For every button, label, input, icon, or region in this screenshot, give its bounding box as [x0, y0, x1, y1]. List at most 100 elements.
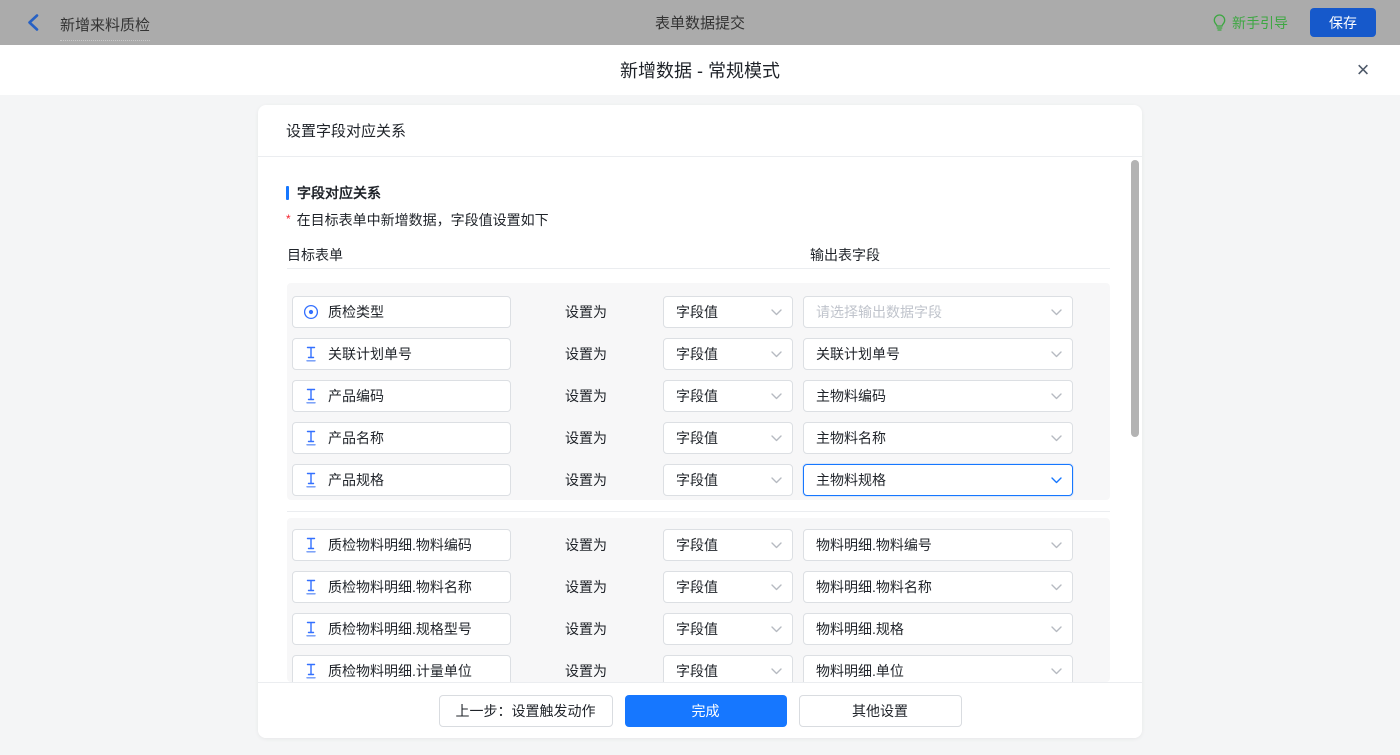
prev-step-button[interactable]: 上一步：设置触发动作 — [439, 695, 613, 727]
section-title: 字段对应关系 — [286, 183, 381, 203]
text-field-icon — [303, 471, 319, 489]
chevron-down-icon — [1051, 477, 1062, 484]
output-field-select[interactable]: 物料明细.物料编号 — [803, 529, 1073, 561]
output-field-select-value: 主物料名称 — [816, 428, 886, 448]
mapping-group-main: 质检类型设置为字段值请选择输出数据字段关联计划单号设置为字段值关联计划单号产品编… — [287, 283, 1110, 500]
set-as-label: 设置为 — [565, 661, 607, 681]
target-field-box[interactable]: 质检物料明细.物料名称 — [292, 571, 511, 603]
section-note: *在目标表单中新增数据，字段值设置如下 — [286, 210, 549, 230]
value-mode-select[interactable]: 字段值 — [663, 338, 793, 370]
set-as-label: 设置为 — [565, 344, 607, 364]
chevron-down-icon — [1051, 351, 1062, 358]
mapping-row: 质检类型 设置为 字段值 请选择输出数据字段 — [292, 296, 1110, 328]
output-field-select[interactable]: 主物料名称 — [803, 422, 1073, 454]
radio-icon — [303, 304, 319, 320]
value-mode-select[interactable]: 字段值 — [663, 613, 793, 645]
chevron-down-icon — [771, 542, 782, 549]
value-mode-select[interactable]: 字段值 — [663, 655, 793, 682]
output-field-select-value: 关联计划单号 — [816, 344, 900, 364]
target-field-box[interactable]: 关联计划单号 — [292, 338, 511, 370]
value-mode-select-value: 字段值 — [676, 661, 718, 681]
text-field-icon — [303, 620, 319, 638]
output-field-select[interactable]: 物料明细.单位 — [803, 655, 1073, 682]
text-field-icon — [303, 345, 319, 363]
target-field-box[interactable]: 质检类型 — [292, 296, 511, 328]
other-settings-button[interactable]: 其他设置 — [799, 695, 962, 727]
output-field-select[interactable]: 物料明细.物料名称 — [803, 571, 1073, 603]
mapping-row: 质检物料明细.物料名称 设置为 字段值 物料明细.物料名称 — [292, 571, 1110, 603]
text-field-icon — [303, 578, 319, 596]
target-field-label: 质检物料明细.计量单位 — [328, 661, 472, 681]
output-field-select-value: 物料明细.规格 — [816, 619, 904, 639]
beginner-guide-label: 新手引导 — [1232, 13, 1288, 33]
value-mode-select[interactable]: 字段值 — [663, 380, 793, 412]
target-field-box[interactable]: 产品编码 — [292, 380, 511, 412]
target-field-label: 关联计划单号 — [328, 344, 412, 364]
target-field-box[interactable]: 产品名称 — [292, 422, 511, 454]
mapping-row: 产品编码 设置为 字段值 主物料编码 — [292, 380, 1110, 412]
value-mode-select[interactable]: 字段值 — [663, 571, 793, 603]
chevron-down-icon — [1051, 435, 1062, 442]
card-header-title: 设置字段对应关系 — [258, 105, 1142, 157]
value-mode-select-value: 字段值 — [676, 535, 718, 555]
mapping-row: 质检物料明细.物料编码 设置为 字段值 物料明细.物料编号 — [292, 529, 1110, 561]
page-title: 表单数据提交 — [0, 12, 1400, 33]
column-headers: 目标表单 输出表字段 — [287, 245, 1110, 265]
set-as-label: 设置为 — [565, 386, 607, 406]
card-footer: 上一步：设置触发动作 完成 其他设置 — [258, 682, 1142, 738]
text-field-icon — [303, 536, 319, 554]
chevron-down-icon — [1051, 393, 1062, 400]
chevron-down-icon — [1051, 584, 1062, 591]
output-field-select[interactable]: 主物料编码 — [803, 380, 1073, 412]
text-field-icon — [303, 387, 319, 405]
mapping-row: 关联计划单号 设置为 字段值 关联计划单号 — [292, 338, 1110, 370]
output-field-select[interactable]: 物料明细.规格 — [803, 613, 1073, 645]
value-mode-select[interactable]: 字段值 — [663, 464, 793, 496]
chevron-down-icon — [771, 393, 782, 400]
value-mode-select[interactable]: 字段值 — [663, 296, 793, 328]
target-field-box[interactable]: 质检物料明细.规格型号 — [292, 613, 511, 645]
vertical-scrollbar[interactable] — [1131, 160, 1139, 437]
output-field-select[interactable]: 关联计划单号 — [803, 338, 1073, 370]
modal-header: 新增数据 - 常规模式 × — [0, 45, 1400, 95]
value-mode-select-value: 字段值 — [676, 470, 718, 490]
output-field-select-value: 主物料编码 — [816, 386, 886, 406]
save-button[interactable]: 保存 — [1310, 8, 1376, 37]
done-button[interactable]: 完成 — [625, 695, 787, 727]
value-mode-select-value: 字段值 — [676, 619, 718, 639]
required-mark: * — [286, 212, 291, 226]
column-divider — [287, 268, 1110, 269]
mapping-row: 质检物料明细.规格型号设置为字段值物料明细.规格 — [292, 613, 1110, 645]
output-field-select-value: 物料明细.物料编号 — [816, 535, 932, 555]
target-field-label: 产品规格 — [328, 470, 384, 490]
value-mode-select-value: 字段值 — [676, 577, 718, 597]
target-field-box[interactable]: 质检物料明细.计量单位 — [292, 655, 511, 682]
output-field-select[interactable]: 主物料规格 — [803, 464, 1073, 496]
modal-title: 新增数据 - 常规模式 — [620, 57, 780, 83]
set-as-label: 设置为 — [565, 302, 607, 322]
chevron-down-icon — [1051, 668, 1062, 675]
chevron-down-icon — [771, 351, 782, 358]
target-field-box[interactable]: 质检物料明细.物料编码 — [292, 529, 511, 561]
close-icon[interactable]: × — [1350, 57, 1376, 83]
target-field-box[interactable]: 产品规格 — [292, 464, 511, 496]
set-as-label: 设置为 — [565, 535, 607, 555]
target-field-label: 产品编码 — [328, 386, 384, 406]
text-field-icon — [303, 429, 319, 447]
column-target-form: 目标表单 — [287, 247, 343, 263]
target-field-label: 质检物料明细.物料编码 — [328, 535, 472, 555]
beginner-guide-link[interactable]: 新手引导 — [1212, 13, 1288, 33]
output-field-select-value: 主物料规格 — [816, 470, 886, 490]
mapping-row: 质检物料明细.计量单位 设置为 字段值 物料明细.单位 — [292, 655, 1110, 682]
chevron-down-icon — [771, 584, 782, 591]
group-divider — [287, 511, 1110, 512]
set-as-label: 设置为 — [565, 577, 607, 597]
chevron-down-icon — [771, 435, 782, 442]
value-mode-select[interactable]: 字段值 — [663, 529, 793, 561]
value-mode-select-value: 字段值 — [676, 302, 718, 322]
output-field-select-value: 物料明细.物料名称 — [816, 577, 932, 597]
value-mode-select[interactable]: 字段值 — [663, 422, 793, 454]
output-field-select[interactable]: 请选择输出数据字段 — [803, 296, 1073, 328]
column-output-fields: 输出表字段 — [810, 245, 880, 265]
target-field-label: 质检物料明细.物料名称 — [328, 577, 472, 597]
